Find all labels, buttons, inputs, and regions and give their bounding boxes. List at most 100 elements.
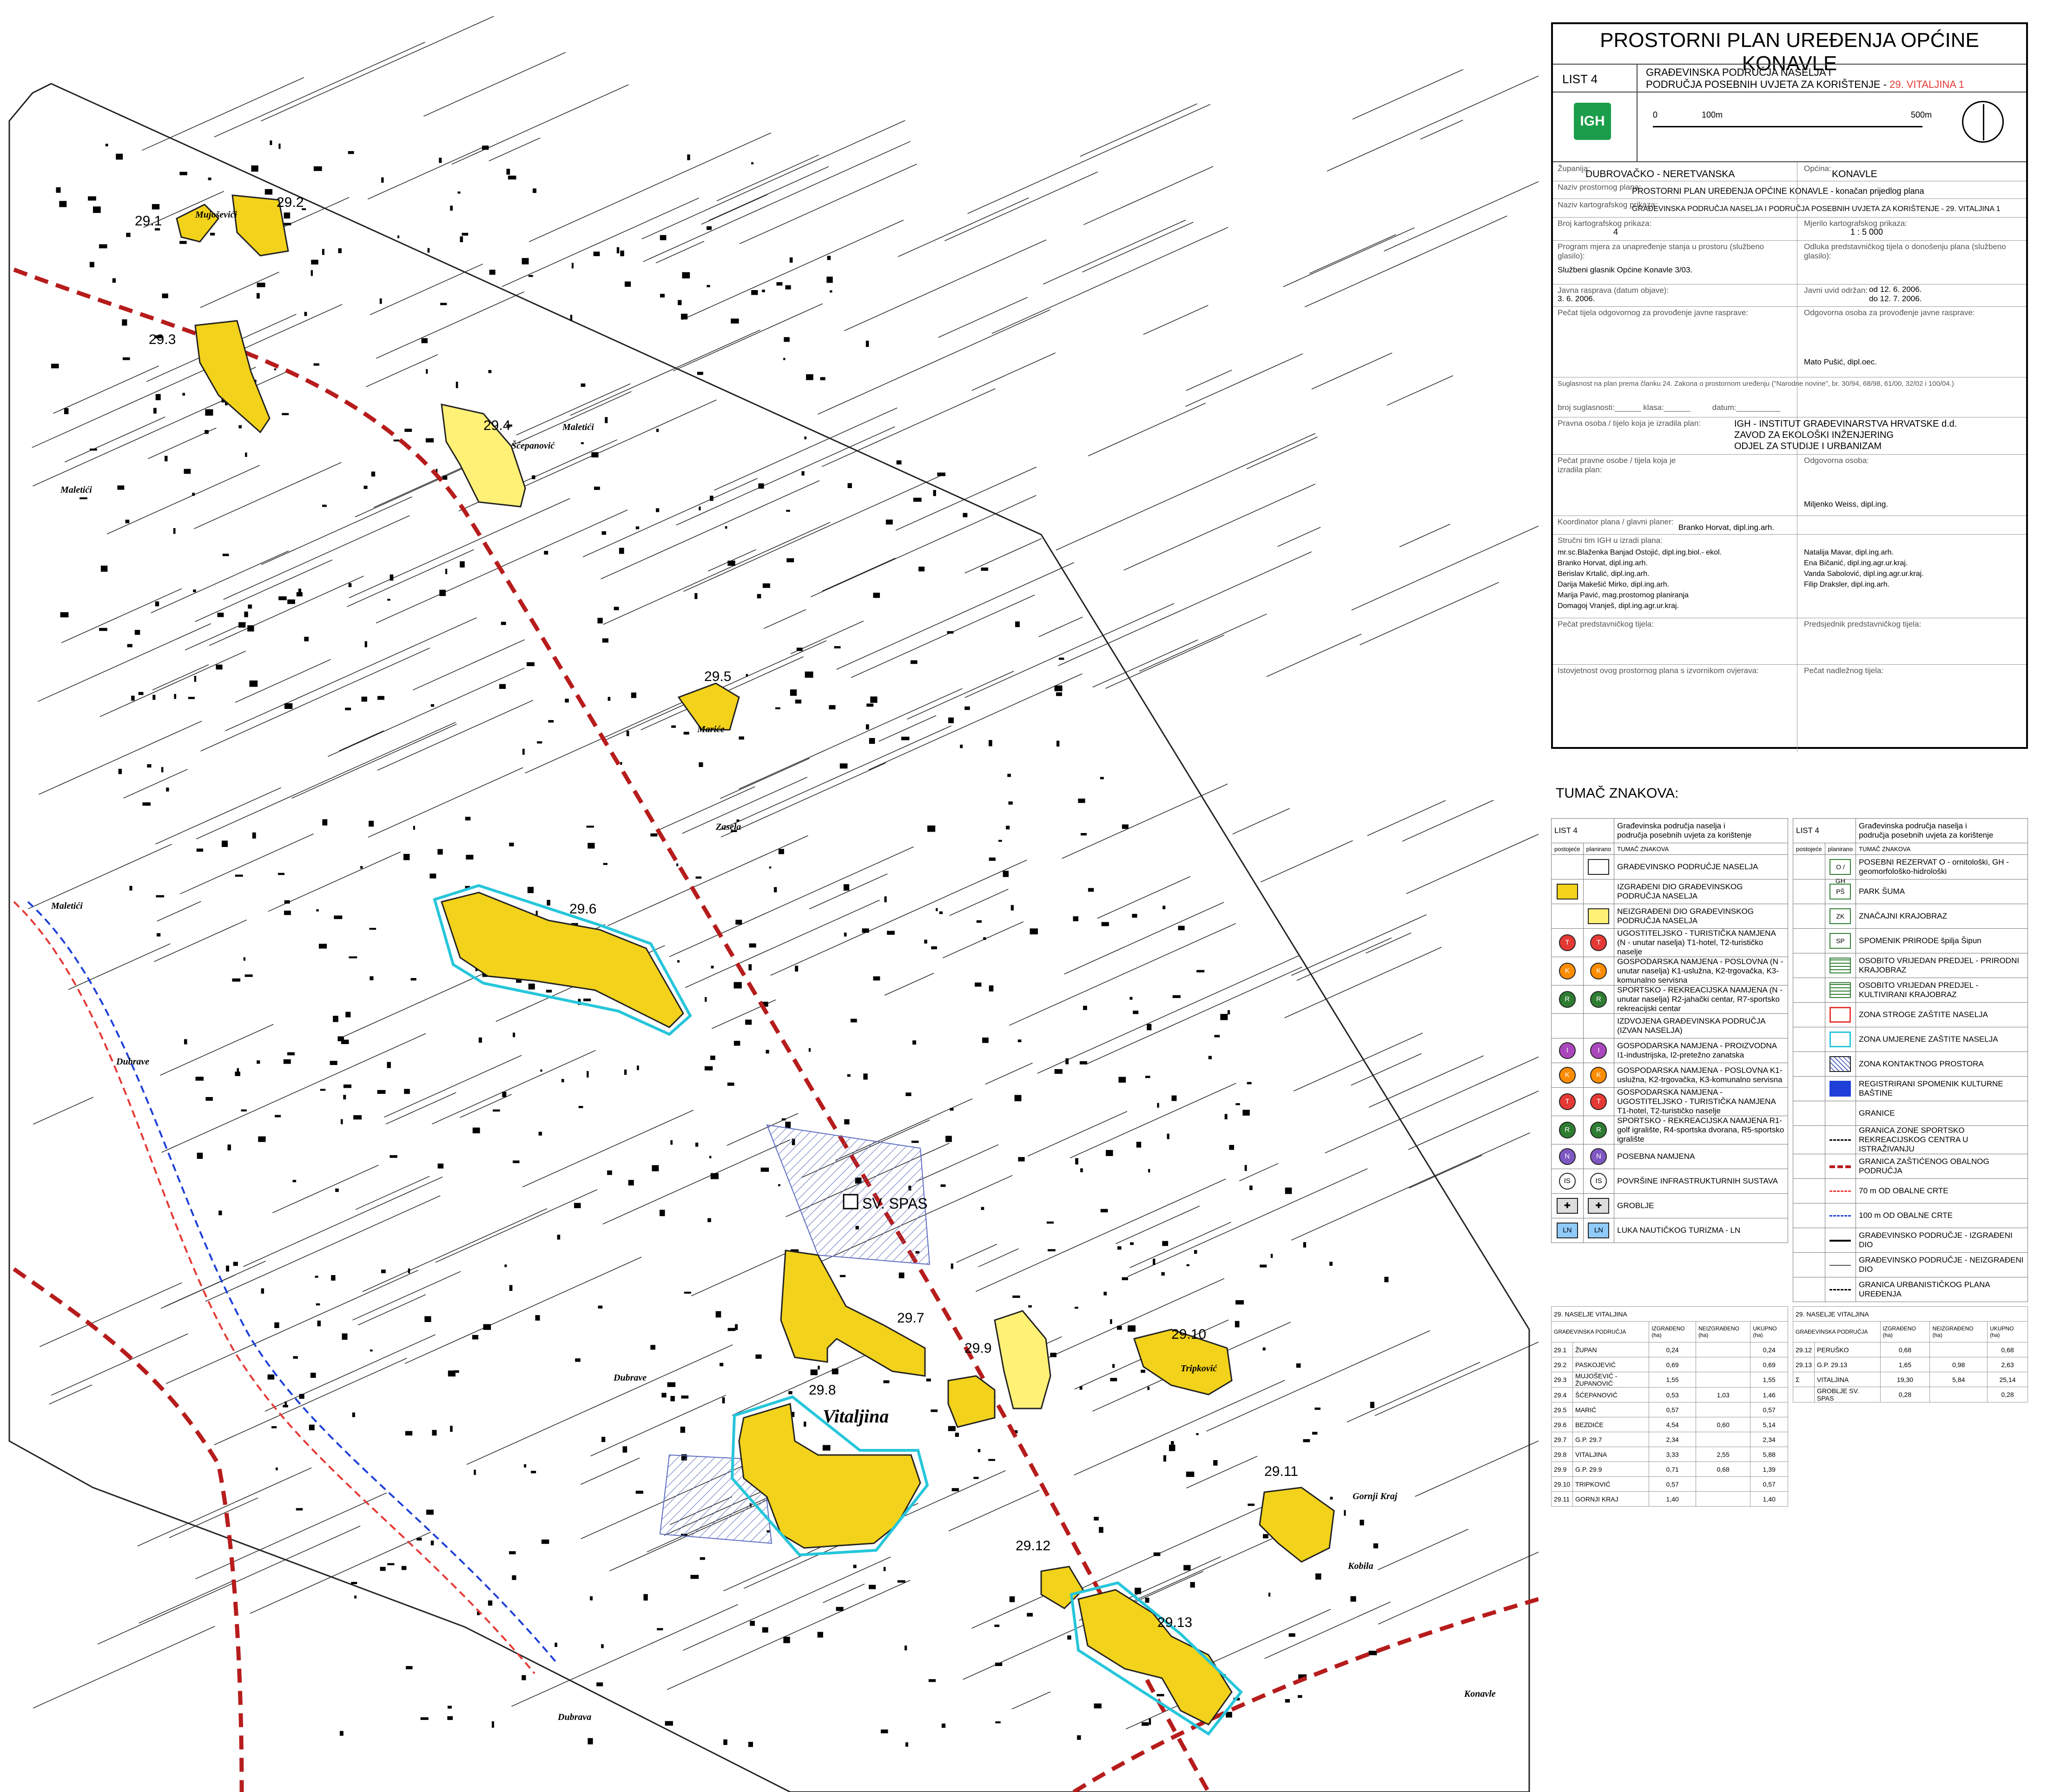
building-mark — [472, 1335, 479, 1340]
building-mark — [369, 928, 376, 930]
building-mark — [1178, 926, 1185, 931]
building-mark — [723, 1739, 727, 1745]
building-mark — [380, 1567, 386, 1571]
building-mark — [252, 832, 256, 839]
building-mark — [541, 1539, 549, 1544]
building-mark — [1058, 657, 1064, 660]
building-mark — [216, 664, 223, 670]
circle-R-icon: R — [1559, 1122, 1576, 1138]
building-mark — [226, 1265, 229, 1272]
circle-R-icon: R — [1559, 991, 1576, 1008]
stats-cell: PERUŠKO — [1814, 1342, 1881, 1357]
LN-swatch-icon: LN — [1556, 1223, 1578, 1238]
building-mark — [670, 1140, 673, 1145]
stats-cell: 0,68 — [1695, 1461, 1751, 1477]
legend-symbol-existing — [1793, 1252, 1825, 1277]
stats-cell: 1,65 — [1880, 1357, 1930, 1372]
building-mark — [789, 257, 793, 263]
building-mark — [535, 911, 538, 915]
label-29-13: 29.13 — [1157, 1615, 1192, 1630]
parcel-line — [1043, 219, 1186, 285]
building-mark — [1130, 1242, 1134, 1245]
building-mark — [973, 1477, 979, 1479]
legend-text: GROBLJE — [1614, 1193, 1788, 1218]
legend-subhead-postojece: postojeće — [1793, 843, 1825, 855]
building-mark — [478, 1037, 482, 1043]
legend-symbol-existing — [1793, 978, 1825, 1003]
building-mark — [397, 235, 400, 238]
building-mark — [667, 1382, 676, 1387]
label-29-1: 29.1 — [135, 213, 162, 229]
building-mark — [1303, 1242, 1307, 1248]
legend-row: OSOBITO VRIJEDAN PREDJEL - PRIRODNI KRAJ… — [1793, 953, 2028, 978]
building-mark — [322, 504, 327, 507]
building-mark — [538, 1131, 542, 1136]
building-mark — [524, 1464, 527, 1468]
building-mark — [387, 1062, 391, 1068]
building-mark — [405, 1431, 413, 1436]
stats-cell: BEZDIĆE — [1572, 1417, 1650, 1432]
legend-symbol-planned — [1824, 1228, 1856, 1253]
building-mark — [620, 250, 624, 257]
legend-text: ZONA UMJERENE ZAŠTITE NASELJA — [1856, 1027, 2028, 1052]
stats-cell: 0,53 — [1649, 1387, 1696, 1402]
building-mark — [731, 318, 739, 324]
stats-cell: 0,60 — [1695, 1417, 1751, 1432]
uvid-od: od 12. 6. 2006. — [1869, 285, 1922, 294]
building-mark — [437, 849, 443, 855]
parcel-line — [1139, 614, 1267, 672]
building-mark — [370, 1349, 373, 1352]
parcel-line — [1408, 1091, 1539, 1150]
building-mark — [699, 762, 703, 767]
building-mark — [1122, 824, 1129, 829]
building-mark — [912, 1040, 917, 1045]
stats-cell: 29.7 — [1551, 1432, 1573, 1447]
building-mark — [310, 270, 313, 276]
cross-swatch-icon: ✚ — [1556, 1198, 1578, 1214]
parcel-line — [1232, 808, 1290, 834]
circle-T-icon: T — [1590, 1093, 1607, 1110]
building-mark — [544, 551, 548, 555]
cyan-box-icon — [1829, 1032, 1851, 1047]
parcel-line — [967, 104, 1210, 214]
label-29-7: 29.7 — [897, 1310, 924, 1326]
building-mark — [527, 886, 534, 893]
building-mark — [786, 558, 794, 562]
stats-row: 29.7 G.P. 29.7 2,34 2,34 — [1551, 1432, 1788, 1447]
team-member: Filip Draksler, dipl.ing.arh. — [1804, 581, 1890, 589]
building-mark — [1186, 1471, 1195, 1477]
building-mark — [532, 188, 537, 193]
building-mark — [574, 1203, 581, 1209]
building-mark — [361, 696, 367, 702]
legend-row: GRAĐEVINSKO PODRUČJE - IZGRAĐENI DIO — [1793, 1228, 2028, 1253]
koordinator-value: Branko Horvat, dipl.ing.arh. — [1678, 523, 1774, 532]
building-mark — [1163, 1455, 1166, 1462]
building-mark — [437, 1164, 444, 1169]
parcel-line — [451, 84, 629, 165]
building-mark — [416, 1537, 422, 1541]
building-mark — [755, 1354, 762, 1359]
building-mark — [751, 162, 754, 165]
building-mark — [1303, 1439, 1310, 1442]
place-name: Dubrave — [116, 1057, 149, 1067]
stats-cell: 2,55 — [1695, 1447, 1751, 1462]
building-mark — [287, 1052, 295, 1056]
building-mark — [188, 697, 195, 699]
building-mark — [661, 1393, 667, 1398]
building-mark — [736, 819, 740, 822]
building-mark — [509, 1551, 516, 1554]
building-mark — [1235, 1300, 1244, 1305]
building-mark — [1147, 1024, 1152, 1031]
legend-symbol-existing — [1793, 1125, 1825, 1154]
building-mark — [776, 282, 783, 286]
building-mark — [722, 1397, 725, 1404]
building-mark — [353, 1115, 362, 1120]
building-mark — [643, 1594, 648, 1601]
stats-cell: 1,55 — [1750, 1372, 1788, 1388]
building-mark — [711, 965, 714, 969]
stats-cell: 29.2 — [1551, 1357, 1573, 1372]
building-mark — [184, 469, 191, 474]
legend-text: OSOBITO VRIJEDAN PREDJEL - KULTIVIRANI K… — [1856, 978, 2028, 1003]
building-mark — [910, 660, 918, 664]
building-mark — [660, 294, 665, 298]
